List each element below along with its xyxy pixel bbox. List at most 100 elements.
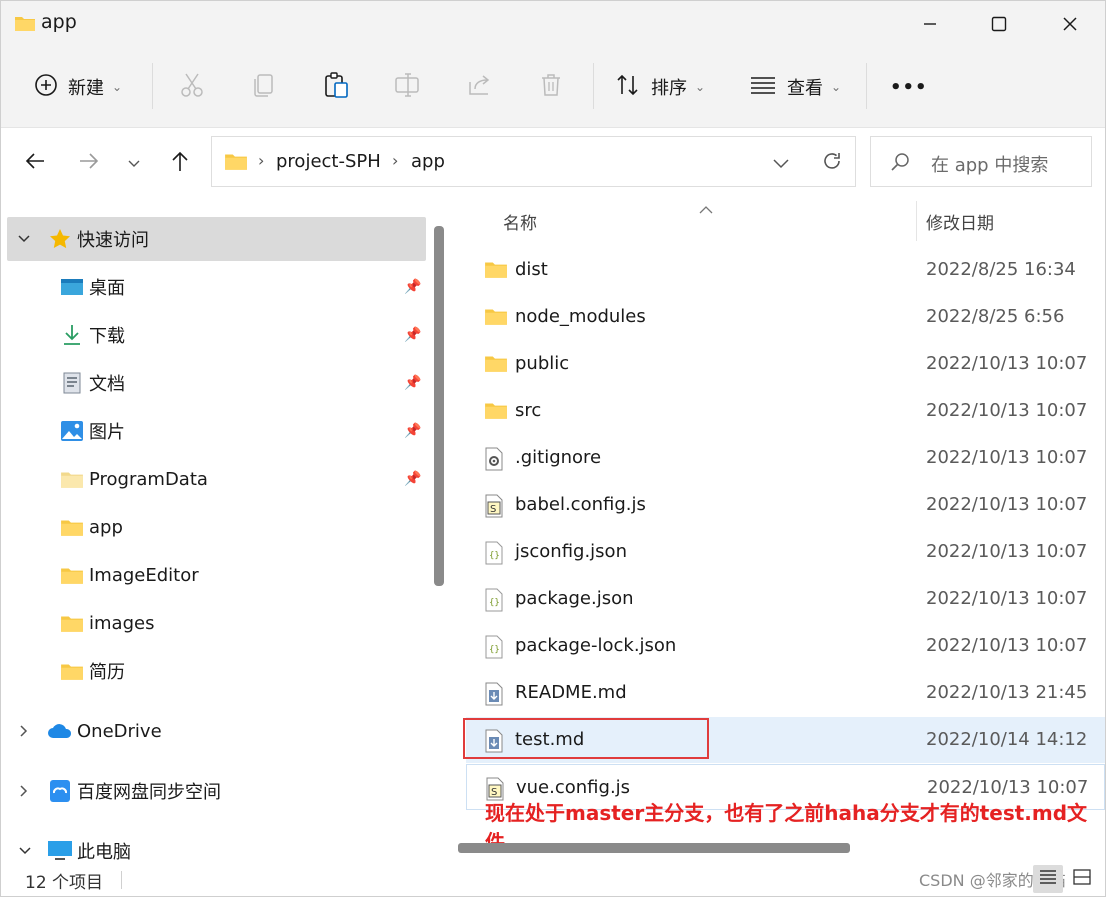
file-row[interactable]: {} package.json 2022/10/13 10:07: [466, 576, 1105, 622]
breadcrumb-app[interactable]: app: [411, 151, 445, 172]
maximize-button[interactable]: [964, 1, 1034, 47]
file-name: node_modules: [515, 306, 646, 327]
chevron-down-icon: ⌄: [831, 80, 842, 94]
sidebar-item-onedrive[interactable]: OneDrive: [7, 709, 426, 753]
folder-icon: [484, 353, 508, 377]
sidebar-item-downloads[interactable]: 下载 📌: [7, 313, 426, 357]
picture-icon: [60, 420, 84, 442]
file-row[interactable]: public 2022/10/13 10:07: [466, 341, 1105, 387]
file-date: 2022/10/13 10:07: [926, 541, 1088, 562]
column-divider[interactable]: [916, 201, 917, 241]
refresh-icon[interactable]: [821, 150, 843, 176]
sidebar-label: 此电脑: [77, 842, 131, 863]
tiles-view-button[interactable]: [1067, 865, 1097, 893]
search-box[interactable]: 在 app 中搜索: [870, 136, 1092, 187]
pin-icon[interactable]: 📌: [404, 279, 421, 295]
forward-button[interactable]: [71, 143, 107, 183]
sidebar-label: 百度网盘同步空间: [77, 782, 221, 803]
recent-locations-button[interactable]: [116, 143, 152, 183]
trash-icon: [539, 72, 563, 103]
sidebar-item-baidu-netdisk[interactable]: 百度网盘同步空间: [7, 769, 426, 813]
file-row[interactable]: .gitignore 2022/10/13 10:07: [466, 435, 1105, 481]
breadcrumb-project-sph[interactable]: project-SPH: [276, 151, 381, 172]
up-button[interactable]: [162, 143, 198, 183]
chevron-down-icon: ⌄: [112, 80, 123, 94]
svg-text:{}: {}: [489, 645, 500, 655]
file-row[interactable]: node_modules 2022/8/25 6:56: [466, 294, 1105, 340]
more-options-button[interactable]: •••: [890, 61, 928, 113]
address-bar[interactable]: › project-SPH › app: [211, 136, 856, 187]
pin-icon[interactable]: 📌: [404, 423, 421, 439]
details-view-button[interactable]: [1033, 865, 1063, 893]
window-title: app: [41, 11, 77, 33]
clipboard-icon: [322, 71, 350, 104]
sidebar-scrollbar[interactable]: [434, 226, 444, 586]
file-name: dist: [515, 259, 548, 280]
folder-icon: [14, 14, 36, 36]
search-input[interactable]: 在 app 中搜索: [931, 151, 1048, 177]
share-button[interactable]: [467, 61, 493, 113]
sidebar-label: 下载: [89, 326, 125, 347]
file-row[interactable]: src 2022/10/13 10:07: [466, 388, 1105, 434]
folder-icon: [60, 565, 84, 585]
file-name: public: [515, 353, 570, 374]
sidebar-label: ProgramData: [89, 468, 208, 490]
horizontal-scrollbar[interactable]: [458, 843, 850, 853]
new-button[interactable]: 新建 ⌄: [34, 61, 122, 113]
sidebar-item-images[interactable]: images: [7, 601, 426, 645]
sidebar-label: ImageEditor: [89, 564, 199, 586]
arrow-left-icon: [24, 151, 46, 175]
sidebar-item-programdata[interactable]: ProgramData 📌: [7, 457, 426, 501]
cloud-icon: [47, 722, 73, 740]
close-button[interactable]: [1035, 1, 1105, 47]
back-button[interactable]: [17, 143, 53, 183]
file-name: package-lock.json: [515, 635, 677, 656]
file-row[interactable]: dist 2022/8/25 16:34: [466, 247, 1105, 293]
file-date: 2022/10/13 10:07: [926, 588, 1088, 609]
arrow-right-icon: [78, 151, 100, 175]
file-name: src: [515, 400, 542, 421]
chevron-down-icon: [127, 154, 141, 173]
search-icon: [889, 151, 911, 177]
pin-icon[interactable]: 📌: [404, 471, 421, 487]
cut-button[interactable]: [179, 61, 205, 113]
file-row[interactable]: {} jsconfig.json 2022/10/13 10:07: [466, 529, 1105, 575]
pin-icon[interactable]: 📌: [404, 327, 421, 343]
sidebar-item-desktop[interactable]: 桌面 📌: [7, 265, 426, 309]
sidebar-item-resume[interactable]: 简历: [7, 649, 426, 693]
address-history-button[interactable]: [772, 155, 790, 174]
js-file-icon: S: [484, 494, 504, 522]
view-button[interactable]: 查看 ⌄: [749, 61, 841, 113]
delete-button[interactable]: [539, 61, 563, 113]
file-row[interactable]: {} package-lock.json 2022/10/13 10:07: [466, 623, 1105, 669]
sidebar-item-app[interactable]: app: [7, 505, 426, 549]
copy-button[interactable]: [251, 61, 277, 113]
rename-button[interactable]: [394, 61, 422, 113]
column-header-name[interactable]: 名称: [503, 209, 537, 234]
sidebar-item-imageeditor[interactable]: ImageEditor: [7, 553, 426, 597]
sidebar-item-pictures[interactable]: 图片 📌: [7, 409, 426, 453]
md-file-icon: [484, 682, 504, 710]
file-date: 2022/10/13 10:07: [926, 447, 1088, 468]
more-icon: •••: [890, 76, 928, 98]
column-header-date[interactable]: 修改日期: [926, 209, 994, 234]
minimize-button[interactable]: [895, 1, 965, 47]
file-date: 2022/10/13 21:45: [926, 682, 1088, 703]
explorer-window: app 新建 ⌄ 排序 ⌄ 查看 ⌄ ••• › project-SPH › a…: [0, 0, 1106, 897]
file-row[interactable]: README.md 2022/10/13 21:45: [466, 670, 1105, 716]
json-file-icon: {}: [484, 541, 504, 569]
sidebar-item-documents[interactable]: 文档 📌: [7, 361, 426, 405]
file-row[interactable]: Sbabel.config.js 2022/10/13 10:07: [466, 482, 1105, 528]
sidebar-item-quick-access[interactable]: 快速访问: [7, 217, 426, 261]
file-date: 2022/10/13 10:07: [927, 777, 1089, 798]
sidebar-label: OneDrive: [77, 720, 162, 742]
folder-icon: [484, 400, 508, 424]
paste-button[interactable]: [322, 61, 350, 113]
sort-icon: [615, 72, 641, 103]
pin-icon[interactable]: 📌: [404, 375, 421, 391]
chevron-down-icon: [17, 234, 31, 244]
sidebar-label: 快速访问: [77, 230, 149, 251]
sort-button[interactable]: 排序 ⌄: [615, 61, 705, 113]
folder-icon: [60, 469, 84, 489]
baidu-netdisk-icon: [49, 779, 71, 803]
